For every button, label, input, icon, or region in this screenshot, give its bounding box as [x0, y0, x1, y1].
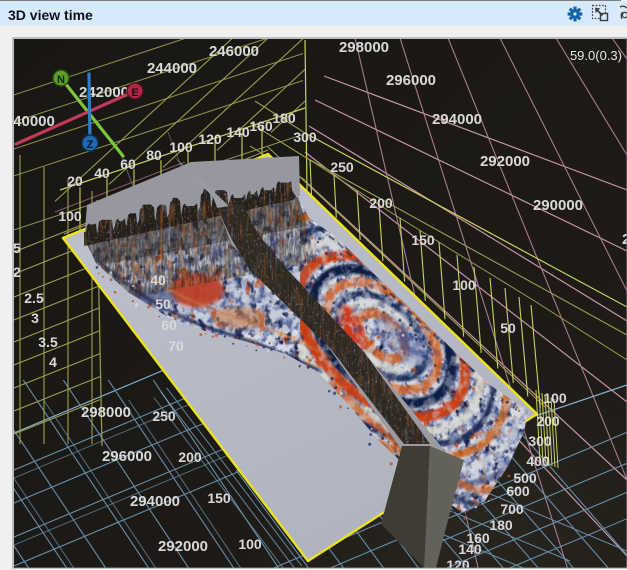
svg-text:100: 100 [543, 390, 567, 406]
svg-text:100: 100 [452, 277, 476, 293]
svg-text:292000: 292000 [158, 538, 208, 555]
svg-text:50: 50 [500, 320, 516, 336]
svg-text:20: 20 [67, 173, 83, 189]
svg-text:2.5: 2.5 [24, 290, 44, 306]
svg-text:N: N [57, 74, 65, 86]
svg-text:100: 100 [238, 536, 262, 552]
svg-text:E: E [131, 87, 138, 99]
svg-text:Z: Z [87, 139, 94, 151]
svg-text:3: 3 [31, 310, 39, 326]
svg-text:250: 250 [330, 159, 354, 175]
svg-text:292000: 292000 [480, 153, 530, 170]
svg-text:59.0(0.3): 59.0(0.3) [570, 48, 622, 63]
svg-text:120: 120 [198, 131, 222, 147]
svg-text:296000: 296000 [386, 72, 436, 89]
svg-text:400: 400 [526, 453, 550, 469]
svg-text:296000: 296000 [102, 448, 152, 465]
svg-text:298000: 298000 [81, 404, 131, 421]
svg-text:2: 2 [13, 264, 21, 280]
svg-text:160: 160 [249, 118, 273, 134]
svg-text:80: 80 [146, 147, 162, 163]
svg-text:200: 200 [178, 449, 202, 465]
svg-text:294000: 294000 [432, 111, 482, 128]
svg-text:40000: 40000 [13, 113, 55, 130]
svg-text:60: 60 [120, 156, 136, 172]
svg-text:40: 40 [150, 272, 166, 288]
svg-text:150: 150 [411, 232, 435, 248]
svg-text:100: 100 [169, 139, 193, 155]
svg-text:100: 100 [58, 208, 82, 224]
svg-text:3D view time: 3D view time [8, 7, 93, 23]
svg-text:5: 5 [13, 240, 21, 256]
svg-text:2880: 2880 [622, 231, 627, 248]
svg-text:180: 180 [489, 517, 513, 533]
svg-text:40: 40 [94, 165, 110, 181]
svg-text:60: 60 [161, 317, 177, 333]
svg-text:3.5: 3.5 [38, 334, 58, 350]
svg-text:200: 200 [536, 413, 560, 429]
svg-text:244000: 244000 [147, 60, 197, 77]
svg-text:300: 300 [293, 129, 317, 145]
svg-text:600: 600 [506, 483, 530, 499]
svg-text:140: 140 [458, 541, 482, 557]
svg-text:294000: 294000 [130, 493, 180, 510]
svg-text:180: 180 [272, 110, 296, 126]
svg-text:246000: 246000 [209, 43, 259, 60]
svg-text:290000: 290000 [533, 197, 583, 214]
svg-text:298000: 298000 [339, 39, 389, 56]
svg-text:50: 50 [155, 296, 171, 312]
svg-text:4: 4 [49, 354, 57, 370]
svg-text:150: 150 [207, 490, 231, 506]
svg-text:140: 140 [226, 124, 250, 140]
svg-text:700: 700 [500, 501, 524, 517]
svg-text:70: 70 [168, 338, 184, 354]
svg-text:250: 250 [152, 408, 176, 424]
svg-text:300: 300 [528, 433, 552, 449]
svg-text:200: 200 [369, 195, 393, 211]
